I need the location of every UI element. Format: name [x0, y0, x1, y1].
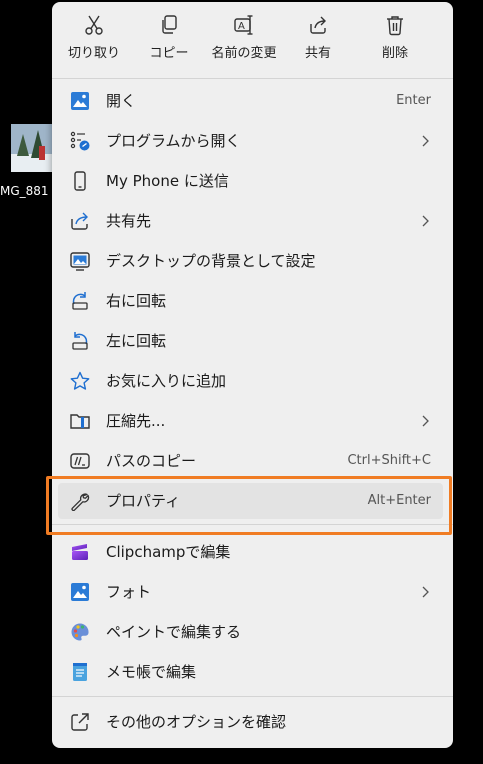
menu-item-share-to[interactable]: 共有先	[52, 201, 453, 241]
menu-item-label: My Phone に送信	[106, 172, 229, 190]
desktop-file-icon[interactable]: MG_881	[0, 124, 53, 204]
menu-item-photos[interactable]: フォト	[52, 572, 453, 612]
menu-item-shortcut: Enter	[396, 93, 431, 108]
menu-item-properties[interactable]: プロパティ Alt+Enter	[52, 481, 453, 521]
clipchamp-icon	[72, 544, 88, 560]
menu-divider	[52, 696, 453, 697]
paint-icon	[71, 623, 89, 641]
zip-folder-icon	[70, 414, 90, 429]
wrench-icon	[71, 493, 90, 511]
menu-item-label: 開く	[106, 92, 137, 110]
menu-item-edit-paint[interactable]: ペイントで編集する	[52, 612, 453, 652]
chevron-right-icon	[422, 215, 429, 227]
scissors-icon	[85, 15, 103, 35]
menu-item-label: パスのコピー	[106, 452, 197, 470]
context-menu: 切り取り コピー A 名前の変更 共有 削除 開く Enter プログラムから開…	[52, 2, 453, 748]
menu-item-label: 共有先	[106, 212, 152, 230]
menu-divider	[52, 524, 453, 525]
menu-item-label: メモ帳で編集	[106, 663, 197, 681]
toolbar-divider	[52, 78, 453, 79]
cut-label: 切り取り	[67, 46, 120, 61]
chevron-right-icon	[422, 415, 429, 427]
menu-item-label: プロパティ	[106, 492, 181, 510]
copy-icon	[162, 15, 177, 34]
menu-item-label: Clipchampで編集	[106, 543, 231, 561]
notepad-icon	[73, 663, 87, 681]
menu-item-edit-clipchamp[interactable]: Clipchampで編集	[52, 532, 453, 572]
menu-item-label: 圧縮先...	[106, 412, 166, 430]
menu-item-label: その他のオプションを確認	[106, 713, 287, 731]
photo-app-icon	[71, 92, 89, 110]
chevron-right-icon	[422, 586, 429, 598]
menu-item-label: お気に入りに追加	[106, 372, 227, 390]
share-button[interactable]: 共有	[296, 14, 340, 72]
image-thumbnail	[11, 124, 53, 172]
rename-button[interactable]: A 名前の変更	[206, 14, 282, 72]
menu-item-send-to-phone[interactable]: My Phone に送信	[52, 161, 453, 201]
menu-item-more-options[interactable]: その他のオプションを確認	[52, 702, 453, 742]
rename-icon: A	[234, 15, 253, 35]
share-icon	[71, 212, 88, 230]
open-with-icon	[70, 131, 90, 151]
star-icon	[70, 371, 90, 390]
chevron-right-icon	[422, 135, 429, 147]
menu-item-compress-to[interactable]: 圧縮先...	[52, 401, 453, 441]
menu-item-label: フォト	[106, 583, 152, 601]
trash-icon	[387, 16, 403, 36]
menu-item-add-favorites[interactable]: お気に入りに追加	[52, 361, 453, 401]
menu-item-label: プログラムから開く	[106, 132, 241, 150]
rename-label: 名前の変更	[211, 46, 277, 61]
share-label: 共有	[304, 46, 331, 61]
menu-item-set-wallpaper[interactable]: デスクトップの背景として設定	[52, 241, 453, 281]
menu-item-edit-notepad[interactable]: メモ帳で編集	[52, 652, 453, 692]
menu-item-label: デスクトップの背景として設定	[106, 252, 316, 270]
menu-item-copy-path[interactable]: パスのコピー Ctrl+Shift+C	[52, 441, 453, 481]
phone-icon	[74, 171, 86, 191]
menu-item-label: 左に回転	[106, 332, 167, 350]
menu-item-open-with[interactable]: プログラムから開く	[52, 121, 453, 161]
wallpaper-icon	[70, 252, 90, 271]
menu-item-shortcut: Ctrl+Shift+C	[347, 453, 431, 468]
cut-button[interactable]: 切り取り	[66, 14, 122, 72]
menu-item-open[interactable]: 開く Enter	[52, 81, 453, 121]
copy-button[interactable]: コピー	[144, 14, 194, 72]
menu-item-shortcut: Alt+Enter	[367, 493, 431, 508]
rotate-left-icon	[72, 332, 88, 350]
copy-label: コピー	[149, 46, 189, 61]
delete-label: 削除	[381, 46, 408, 61]
photos-icon	[71, 583, 89, 601]
menu-item-label: 右に回転	[106, 292, 167, 310]
menu-item-label: ペイントで編集する	[106, 623, 242, 641]
menu-item-rotate-left[interactable]: 左に回転	[52, 321, 453, 361]
delete-button[interactable]: 削除	[370, 14, 420, 72]
menu-item-rotate-right[interactable]: 右に回転	[52, 281, 453, 321]
context-menu-toolbar: 切り取り コピー A 名前の変更 共有 削除	[52, 2, 453, 78]
svg-text:A: A	[238, 21, 245, 32]
rotate-right-icon	[72, 292, 88, 310]
share-icon	[310, 16, 326, 34]
desktop-file-name: MG_881	[0, 184, 49, 198]
more-options-icon	[71, 713, 89, 731]
copy-path-icon	[70, 453, 90, 469]
